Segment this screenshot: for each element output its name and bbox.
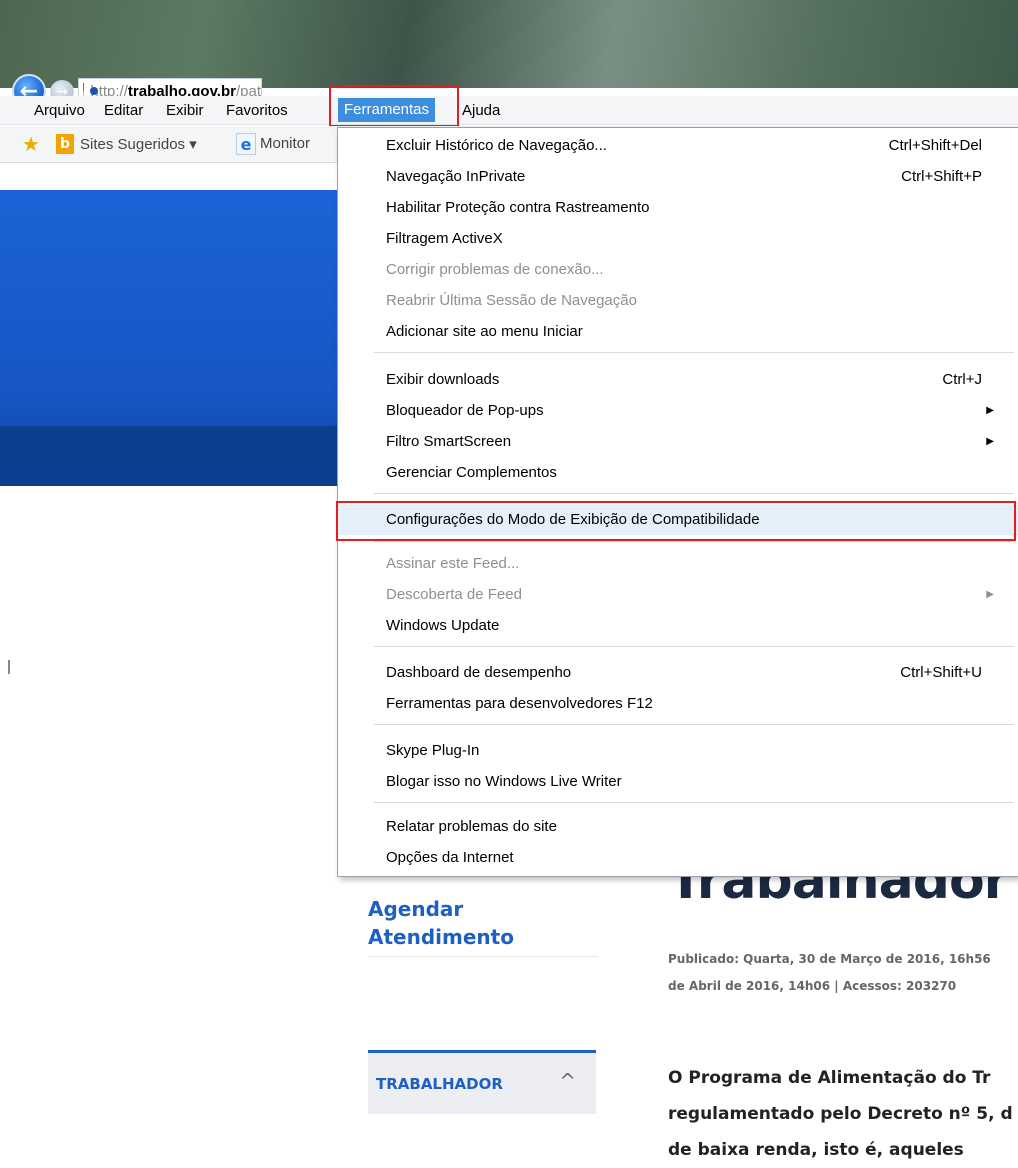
menu-item-report-site-problems[interactable]: Relatar problemas do site — [338, 812, 1018, 842]
menu-item-label: Ferramentas para desenvolvedores F12 — [386, 695, 653, 712]
submenu-arrow-icon: ▶ — [986, 405, 994, 416]
menu-ferramentas[interactable]: Ferramentas — [338, 98, 436, 122]
updated-date-views: de Abril de 2016, 14h06 | Acessos: 20327… — [668, 979, 957, 993]
menu-item-view-downloads[interactable]: Exibir downloads Ctrl+J — [338, 365, 1018, 395]
menu-item-developer-tools[interactable]: Ferramentas para desenvolvedores F12 — [338, 689, 1018, 719]
menu-item-shortcut: Ctrl+Shift+P — [901, 168, 982, 185]
publication-meta: Publicado: Quarta, 30 de Março de 2016, … — [668, 946, 1018, 1000]
divider-tick — [8, 660, 10, 674]
menu-item-add-to-start[interactable]: Adicionar site ao menu Iniciar — [338, 317, 1018, 347]
menu-item-performance-dashboard[interactable]: Dashboard de desempenho Ctrl+Shift+U — [338, 658, 1018, 688]
menu-item-label: Assinar este Feed... — [386, 555, 520, 572]
menu-ajuda[interactable]: Ajuda — [456, 100, 506, 122]
article-body: O Programa de Alimentação do Tr regulame… — [668, 1060, 1018, 1168]
menu-item-label: Opções da Internet — [386, 849, 514, 866]
favorites-star-icon[interactable]: ★ — [22, 132, 40, 157]
menu-item-label: Navegação InPrivate — [386, 168, 526, 185]
menu-item-label: Windows Update — [386, 617, 500, 634]
menu-arquivo[interactable]: Arquivo — [28, 100, 91, 122]
menu-item-label: Exibir downloads — [386, 371, 500, 388]
menu-separator — [374, 352, 1014, 353]
menu-item-feed-discovery: Descoberta de Feed ▶ — [338, 580, 1018, 610]
article-line: de baixa renda, isto é, aqueles — [668, 1140, 964, 1160]
menu-item-label: Configurações do Modo de Exibição de Com… — [386, 511, 760, 528]
menu-item-tracking-protection[interactable]: Habilitar Proteção contra Rastreamento — [338, 193, 1018, 223]
menu-item-label: Dashboard de desempenho — [386, 664, 572, 681]
menu-item-subscribe-feed: Assinar este Feed... — [338, 549, 1018, 579]
menu-item-label: Descoberta de Feed — [386, 586, 522, 603]
menu-item-label: Reabrir Última Sessão de Navegação — [386, 292, 637, 309]
chevron-up-icon: ^ — [559, 1069, 576, 1093]
menu-item-blog-live-writer[interactable]: Blogar isso no Windows Live Writer — [338, 767, 1018, 797]
menu-separator — [374, 541, 1014, 542]
article-line: regulamentado pelo Decreto nº 5, d — [668, 1104, 1013, 1124]
ie-icon: e — [236, 133, 256, 155]
bing-icon: b — [56, 134, 74, 154]
menu-favoritos[interactable]: Favoritos — [220, 100, 294, 122]
menu-item-inprivate[interactable]: Navegação InPrivate Ctrl+Shift+P — [338, 162, 1018, 192]
schedule-appointment-link[interactable]: Agendar Atendimento — [368, 895, 588, 951]
menu-item-label: Skype Plug-In — [386, 742, 480, 759]
menu-item-label: Adicionar site ao menu Iniciar — [386, 323, 583, 340]
published-date: Publicado: Quarta, 30 de Março de 2016, … — [668, 952, 991, 966]
suggested-sites-link[interactable]: Sites Sugeridos ▾ — [80, 135, 197, 153]
menu-item-smartscreen[interactable]: Filtro SmartScreen ▶ — [338, 427, 1018, 457]
menu-separator — [374, 646, 1014, 647]
menu-item-label: Gerenciar Complementos — [386, 464, 557, 481]
menu-bar: Arquivo Editar Exibir Favoritos Ferramen… — [0, 96, 1018, 125]
accordion-trabalhador[interactable]: TRABALHADOR ^ — [368, 1050, 596, 1114]
menu-item-compatibility-view-settings[interactable]: Configurações do Modo de Exibição de Com… — [338, 505, 1018, 535]
menu-item-label: Filtragem ActiveX — [386, 230, 503, 247]
menu-item-skype-plugin[interactable]: Skype Plug-In — [338, 736, 1018, 766]
menu-item-manage-addons[interactable]: Gerenciar Complementos — [338, 458, 1018, 488]
submenu-arrow-icon: ▶ — [986, 589, 994, 600]
accordion-label: TRABALHADOR — [376, 1075, 503, 1093]
menu-item-activex-filtering[interactable]: Filtragem ActiveX — [338, 224, 1018, 254]
menu-item-label: Relatar problemas do site — [386, 818, 557, 835]
menu-separator — [374, 724, 1014, 725]
article-line: O Programa de Alimentação do Tr — [668, 1068, 991, 1088]
menu-item-windows-update[interactable]: Windows Update — [338, 611, 1018, 641]
menu-item-label: Blogar isso no Windows Live Writer — [386, 773, 622, 790]
menu-item-shortcut: Ctrl+Shift+Del — [888, 137, 982, 154]
tools-dropdown-menu: Excluir Histórico de Navegação... Ctrl+S… — [337, 127, 1018, 877]
menu-item-shortcut: Ctrl+Shift+U — [900, 664, 982, 681]
menu-item-label: Excluir Histórico de Navegação... — [386, 137, 607, 154]
submenu-arrow-icon: ▶ — [986, 436, 994, 447]
menu-item-delete-history[interactable]: Excluir Histórico de Navegação... Ctrl+S… — [338, 131, 1018, 161]
menu-item-shortcut: Ctrl+J — [942, 371, 982, 388]
monitor-link[interactable]: Monitor — [260, 135, 310, 152]
menu-item-reopen-session: Reabrir Última Sessão de Navegação — [338, 286, 1018, 316]
menu-item-label: Bloqueador de Pop-ups — [386, 402, 544, 419]
menu-exibir[interactable]: Exibir — [160, 100, 210, 122]
side-divider — [368, 956, 598, 957]
side-link-line1: Agendar — [368, 897, 464, 921]
side-link-line2: Atendimento — [368, 925, 514, 949]
menu-item-label: Filtro SmartScreen — [386, 433, 512, 450]
menu-item-internet-options[interactable]: Opções da Internet — [338, 843, 1018, 873]
menu-item-label: Habilitar Proteção contra Rastreamento — [386, 199, 650, 216]
menu-item-popup-blocker[interactable]: Bloqueador de Pop-ups ▶ — [338, 396, 1018, 426]
menu-editar[interactable]: Editar — [98, 100, 149, 122]
menu-item-fix-connection: Corrigir problemas de conexão... — [338, 255, 1018, 285]
menu-separator — [374, 493, 1014, 494]
menu-separator — [374, 802, 1014, 803]
menu-item-label: Corrigir problemas de conexão... — [386, 261, 604, 278]
